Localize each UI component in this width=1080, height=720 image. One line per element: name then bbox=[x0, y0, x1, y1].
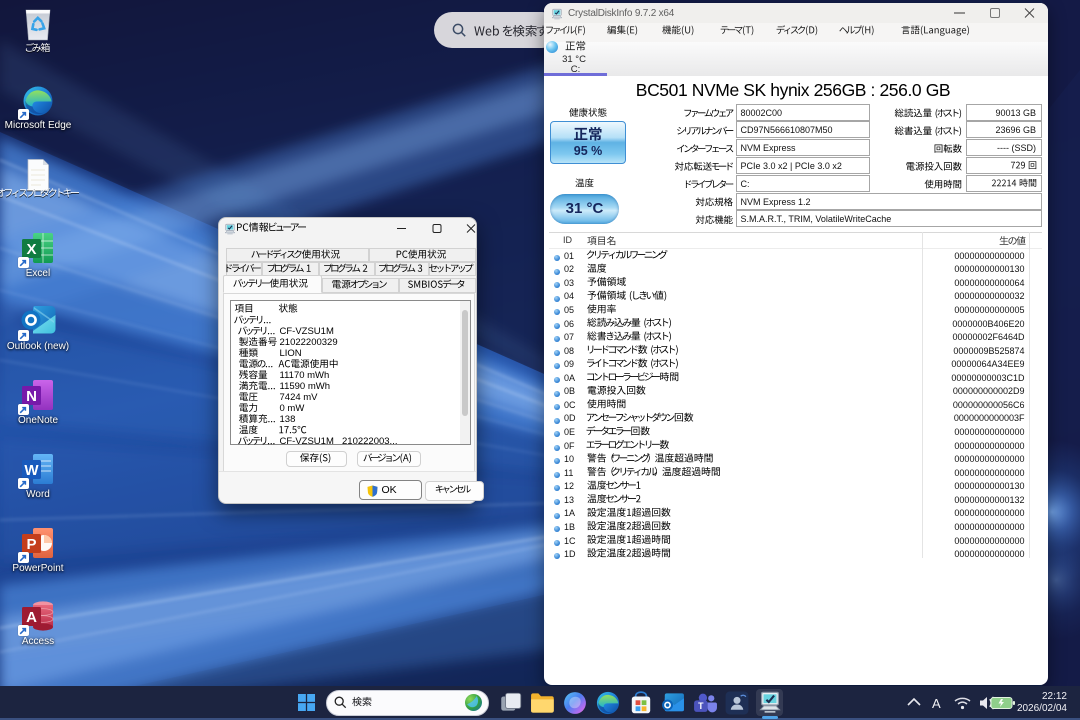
svg-text:T: T bbox=[698, 701, 704, 711]
svg-text:A: A bbox=[26, 609, 37, 626]
svg-text:P: P bbox=[26, 536, 36, 553]
svg-text:N: N bbox=[26, 388, 37, 405]
svg-text:W: W bbox=[24, 462, 39, 479]
svg-text:X: X bbox=[26, 241, 36, 258]
svg-text:A: A bbox=[932, 696, 941, 711]
